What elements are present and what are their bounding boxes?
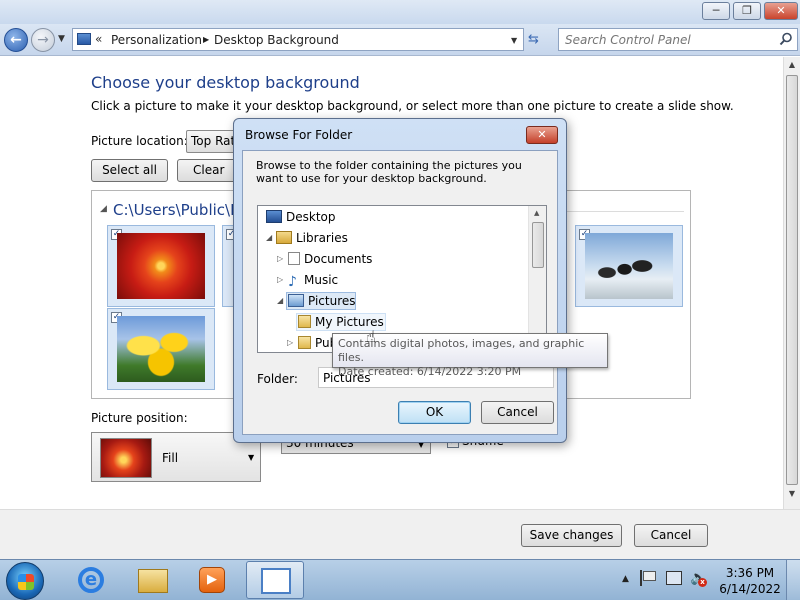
- volume-muted-icon: x: [698, 578, 707, 587]
- address-overflow-chevron[interactable]: «: [95, 32, 102, 46]
- desktop-icon: [266, 210, 282, 223]
- expand-arrow-icon[interactable]: ▷: [287, 334, 293, 352]
- folder-icon: [138, 569, 168, 593]
- tulips-image: [117, 316, 205, 382]
- save-changes-button[interactable]: Save changes: [521, 524, 622, 547]
- cancel-button[interactable]: Cancel: [634, 524, 708, 547]
- tooltip-date: Date created: 6/14/2022 3:20 PM: [338, 365, 522, 378]
- clock-date[interactable]: 6/14/2022: [717, 582, 783, 596]
- ok-button[interactable]: OK: [398, 401, 471, 424]
- control-panel-icon: [261, 568, 291, 594]
- chrysanthemum-image: [117, 233, 205, 299]
- libraries-icon: [276, 231, 292, 244]
- back-button[interactable]: ←: [4, 28, 28, 52]
- music-icon: ♪: [288, 274, 297, 290]
- group-divider: [566, 211, 684, 212]
- chevron-down-icon[interactable]: ▼: [248, 453, 254, 462]
- recent-pages-dropdown-icon[interactable]: ▼: [58, 34, 65, 44]
- hand-cursor-icon: ☝: [366, 327, 376, 346]
- expand-arrow-icon[interactable]: ▷: [277, 271, 283, 289]
- window-titlebar: ─ ❐ ✕: [0, 0, 800, 24]
- tree-item-pictures[interactable]: Pictures: [288, 292, 356, 310]
- scroll-up-icon[interactable]: ▲: [784, 60, 800, 69]
- tree-scrollbar[interactable]: ▲ ▼: [528, 206, 546, 352]
- breadcrumb-separator-icon[interactable]: ▶: [203, 35, 209, 44]
- dialog-close-button[interactable]: ✕: [526, 126, 558, 144]
- forward-button[interactable]: →: [31, 28, 55, 52]
- picture-location-label: Picture location:: [91, 134, 188, 148]
- navigation-bar: ← → ▼ « Personalization ▶ Desktop Backgr…: [0, 24, 800, 56]
- show-desktop-button[interactable]: [786, 560, 800, 600]
- group-header[interactable]: C:\Users\Public\Pictures: [100, 201, 234, 219]
- select-all-button[interactable]: Select all: [91, 159, 168, 182]
- tree-item-libraries[interactable]: Libraries: [276, 229, 348, 247]
- minimize-button[interactable]: ─: [702, 2, 730, 20]
- tree-item-desktop[interactable]: Desktop: [266, 208, 336, 226]
- search-icon[interactable]: [779, 32, 793, 46]
- close-button[interactable]: ✕: [764, 2, 798, 20]
- dialog-body: Browse to the folder containing the pict…: [242, 150, 558, 435]
- pictures-icon: [288, 294, 304, 307]
- taskbar-control-panel[interactable]: [246, 561, 304, 599]
- taskbar: e ▶ ▲ 🔈 x 3:36 PM 6/14/2022: [0, 559, 800, 600]
- control-panel-icon: [77, 33, 91, 45]
- picture-position-label: Picture position:: [91, 411, 188, 425]
- thumbnail-tulips[interactable]: ✓: [107, 308, 215, 390]
- dialog-title: Browse For Folder: [245, 128, 353, 142]
- show-hidden-icons-icon[interactable]: ▲: [622, 574, 629, 584]
- tooltip-description: Contains digital photos, images, and gra…: [338, 337, 585, 364]
- clear-all-button[interactable]: Clear all: [177, 159, 237, 182]
- search-box[interactable]: [558, 28, 798, 51]
- folder-icon: [298, 315, 311, 328]
- page-title: Choose your desktop background: [91, 73, 360, 92]
- tree-item-label: Desktop: [286, 210, 336, 224]
- browse-for-folder-dialog: Browse For Folder ✕ Browse to the folder…: [233, 118, 567, 443]
- taskbar-internet-explorer[interactable]: e: [62, 561, 120, 599]
- position-preview-image: [100, 438, 152, 478]
- breadcrumb-desktop-background[interactable]: Desktop Background: [214, 33, 339, 47]
- thumbnail-penguins[interactable]: ✓: [575, 225, 683, 307]
- dialog-cancel-button[interactable]: Cancel: [481, 401, 554, 424]
- expand-arrow-icon[interactable]: ▷: [277, 250, 283, 268]
- taskbar-windows-explorer[interactable]: [124, 561, 182, 599]
- maximize-button[interactable]: ❐: [733, 2, 761, 20]
- scroll-thumb[interactable]: [786, 75, 798, 485]
- internet-explorer-icon: e: [78, 567, 104, 593]
- page-description: Click a picture to make it your desktop …: [91, 99, 734, 113]
- tree-item-label: Documents: [304, 252, 373, 266]
- breadcrumb-personalization[interactable]: Personalization: [111, 33, 202, 47]
- thumbnail-chrysanthemum[interactable]: ✓: [107, 225, 215, 307]
- tree-item-label: Libraries: [296, 231, 348, 245]
- network-icon[interactable]: [666, 571, 682, 585]
- tree-item-documents[interactable]: Documents: [288, 250, 372, 268]
- clock-time[interactable]: 3:36 PM: [720, 566, 780, 580]
- folder-label: Folder:: [257, 372, 298, 386]
- address-bar[interactable]: « Personalization ▶ Desktop Background ▼: [72, 28, 524, 51]
- refresh-button[interactable]: ⇆: [528, 32, 539, 47]
- start-button[interactable]: [6, 562, 44, 600]
- media-player-icon: ▶: [199, 567, 225, 593]
- dialog-description: Browse to the folder containing the pict…: [256, 159, 522, 185]
- folder-tree[interactable]: Desktop ◢ Libraries ▷ Documents ▷ ♪ Music…: [257, 205, 547, 353]
- documents-icon: [288, 252, 300, 265]
- action-center-flag-icon[interactable]: [640, 570, 656, 586]
- collapse-arrow-icon[interactable]: ◢: [277, 292, 283, 310]
- search-input[interactable]: [565, 32, 765, 48]
- scroll-down-icon[interactable]: ▼: [784, 489, 800, 498]
- tree-scroll-thumb[interactable]: [532, 222, 544, 268]
- tree-item-music[interactable]: ♪ Music: [288, 271, 339, 290]
- folder-icon: [298, 336, 311, 349]
- picture-position-value: Fill: [162, 451, 179, 465]
- vertical-scrollbar[interactable]: ▲ ▼: [783, 57, 800, 509]
- tree-item-label: Music: [304, 273, 339, 287]
- collapse-arrow-icon[interactable]: ◢: [266, 229, 272, 247]
- taskbar-media-player[interactable]: ▶: [184, 561, 242, 599]
- tree-item-label: Pictures: [308, 294, 356, 308]
- scroll-up-icon[interactable]: ▲: [534, 209, 539, 217]
- penguins-image: [585, 233, 673, 299]
- address-dropdown-icon[interactable]: ▼: [511, 36, 517, 45]
